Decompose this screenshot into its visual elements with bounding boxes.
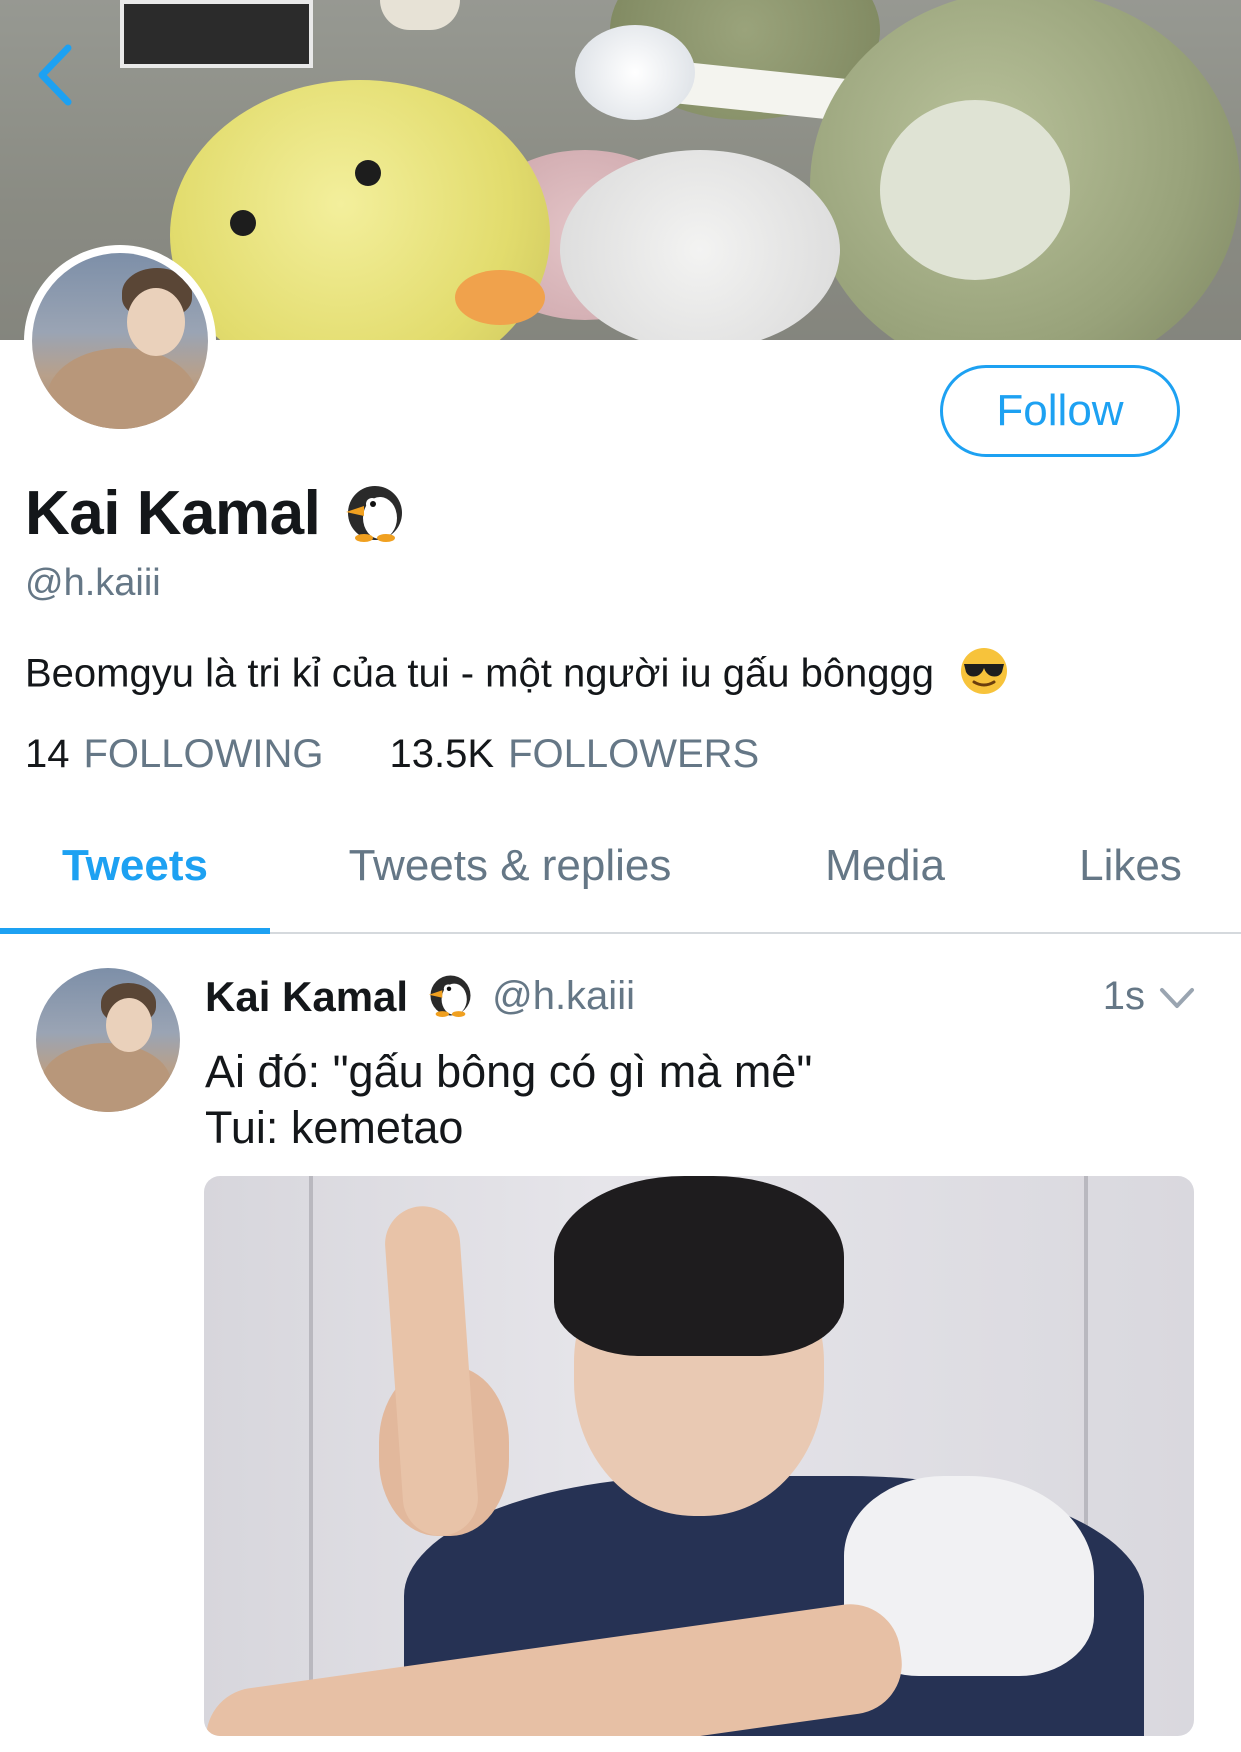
avatar-photo bbox=[32, 253, 208, 429]
tweet[interactable]: Kai Kamal @h.kaiii 1s Ai đó: "gấu bông c… bbox=[0, 934, 1241, 1752]
whale-plush bbox=[575, 25, 695, 120]
followers-label: FOLLOWERS bbox=[508, 732, 760, 776]
sunglasses-face-icon bbox=[959, 646, 1009, 706]
tweet-menu-button[interactable] bbox=[1157, 984, 1197, 1014]
tweet-header: Kai Kamal @h.kaiii bbox=[205, 971, 635, 1022]
following-label: FOLLOWING bbox=[83, 732, 324, 776]
penguin-icon bbox=[340, 480, 406, 547]
profile-name: Kai Kamal bbox=[25, 479, 321, 548]
following-count: 14 bbox=[25, 732, 70, 776]
profile-name-row: Kai Kamal bbox=[25, 478, 406, 549]
tweet-text: Ai đó: "gấu bông có gì mà mê" Tui: kemet… bbox=[205, 1046, 813, 1153]
tweet-author-handle: @h.kaiii bbox=[492, 974, 635, 1018]
profile-stats: 14 FOLLOWING 13.5K FOLLOWERS bbox=[25, 732, 759, 777]
tweet-author-name[interactable]: Kai Kamal bbox=[205, 973, 408, 1021]
tab-tweets[interactable]: Tweets bbox=[0, 800, 270, 934]
tab-tweets-replies[interactable]: Tweets & replies bbox=[270, 800, 750, 932]
tab-likes[interactable]: Likes bbox=[1020, 800, 1241, 932]
green-plush-belly bbox=[880, 100, 1070, 280]
penguin-icon bbox=[424, 971, 474, 1022]
tweet-timestamp: 1s bbox=[1102, 974, 1145, 1018]
back-button[interactable] bbox=[32, 40, 82, 110]
profile-avatar[interactable] bbox=[24, 245, 216, 437]
followers-count: 13.5K bbox=[389, 732, 495, 776]
follow-button[interactable]: Follow bbox=[940, 365, 1180, 457]
profile-bio: Beomgyu là tri kỉ của tui - một người iu… bbox=[25, 646, 1009, 706]
tweet-avatar-photo bbox=[36, 968, 180, 1112]
tweet-avatar[interactable] bbox=[36, 968, 180, 1112]
profile-handle: @h.kaiii bbox=[25, 562, 161, 604]
profile-tabs: Tweets Tweets & replies Media Likes bbox=[0, 800, 1241, 934]
tweet-media-image[interactable] bbox=[204, 1176, 1194, 1736]
bio-text: Beomgyu là tri kỉ của tui - một người iu… bbox=[25, 651, 935, 696]
white-plush bbox=[560, 150, 840, 340]
chevron-left-icon bbox=[38, 44, 72, 106]
banner-poster bbox=[120, 0, 313, 68]
tab-media[interactable]: Media bbox=[750, 800, 1020, 932]
chevron-down-icon bbox=[1160, 988, 1194, 1008]
following-stat[interactable]: 14 FOLLOWING bbox=[25, 732, 324, 777]
followers-stat[interactable]: 13.5K FOLLOWERS bbox=[390, 732, 760, 777]
